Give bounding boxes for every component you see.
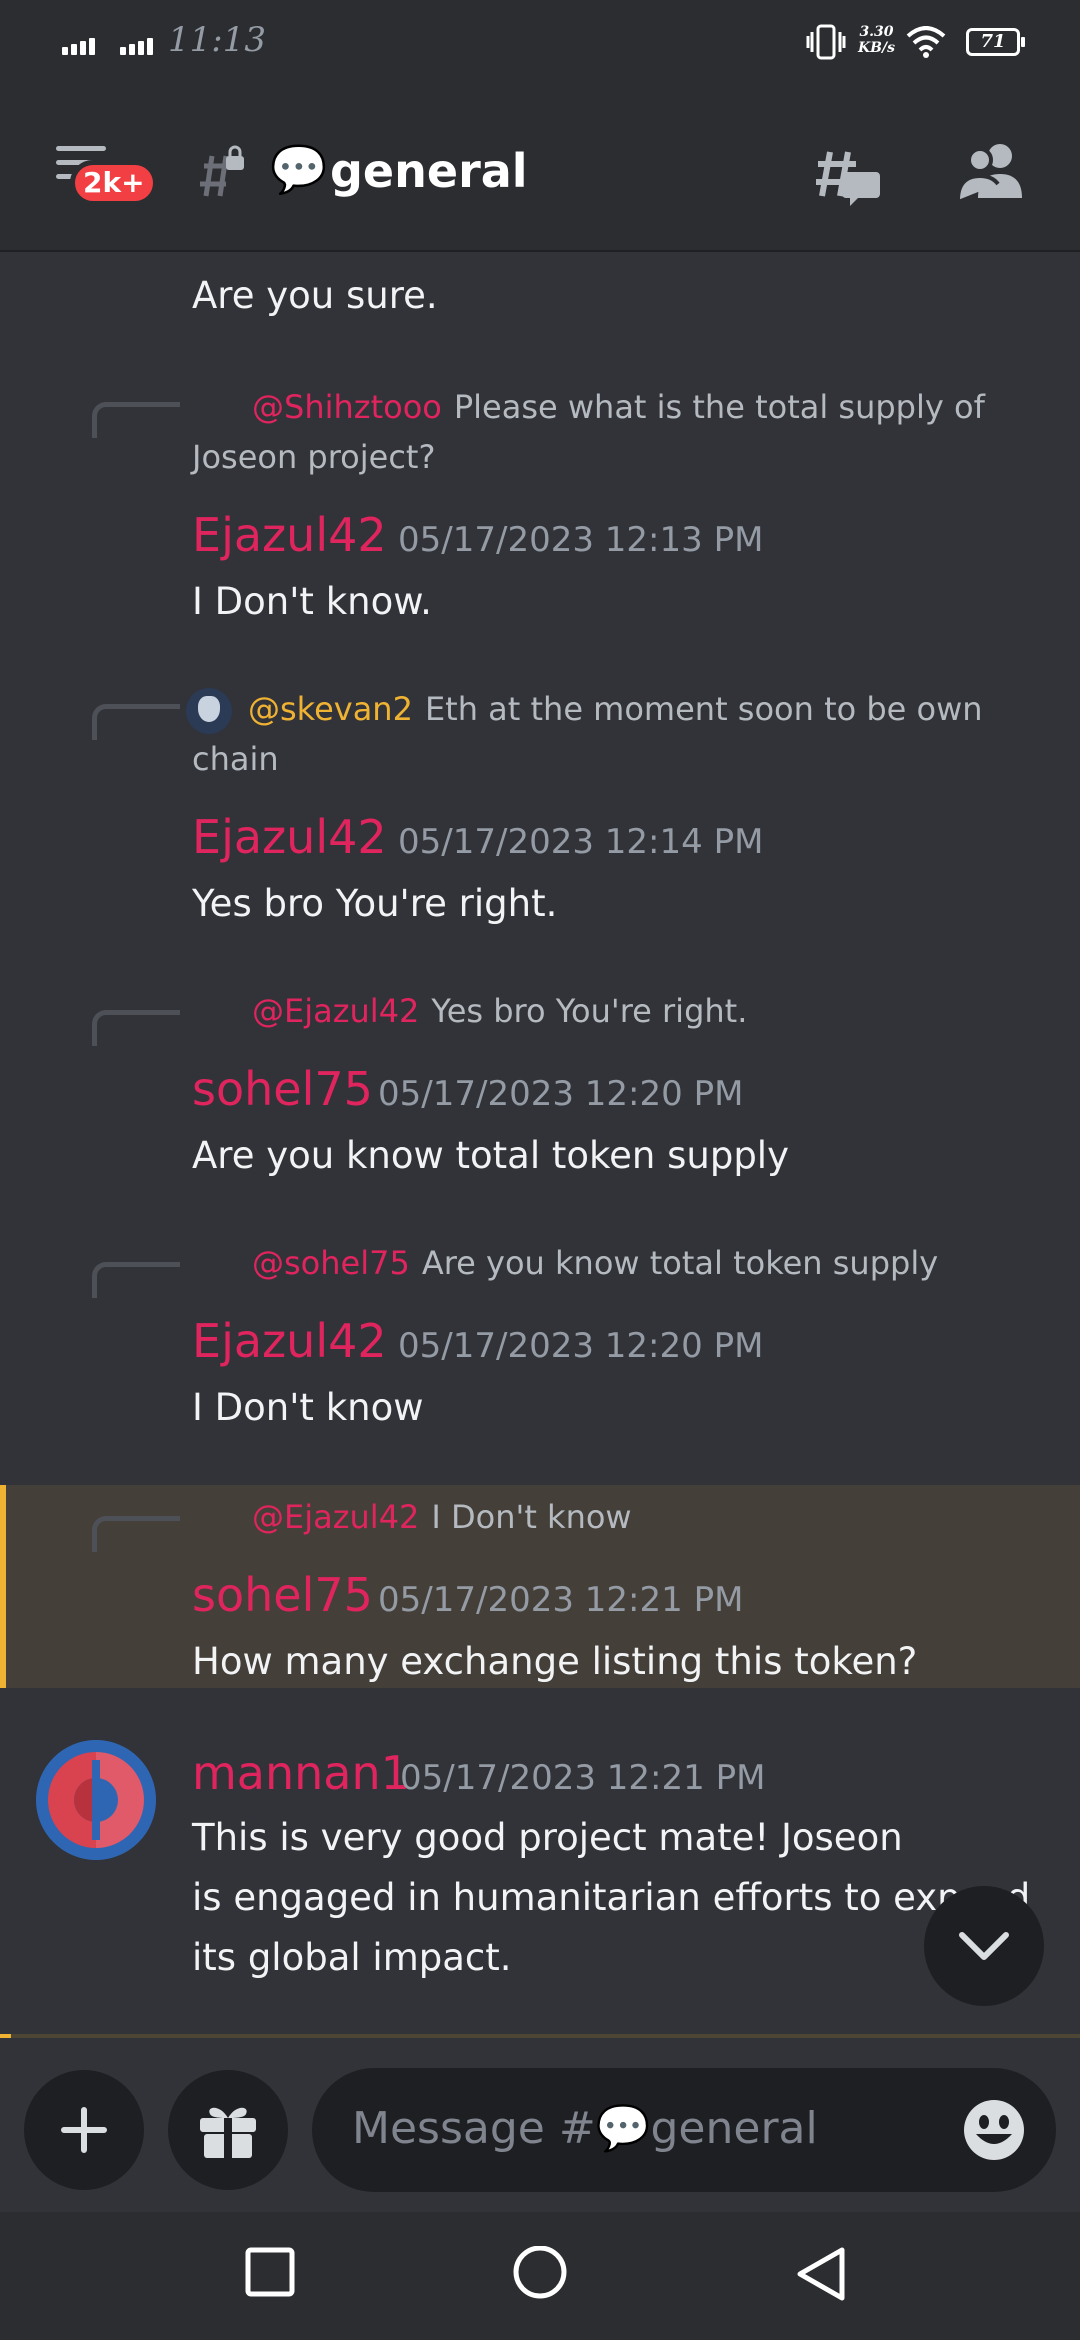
message-author[interactable]: Ejazul42 <box>192 508 387 562</box>
status-time: 11:13 <box>168 20 266 60</box>
reply-connector <box>92 704 180 740</box>
message-timestamp: 05/17/2023 12:20 PM <box>398 1326 764 1366</box>
reply-connector <box>92 1262 180 1298</box>
reply-connector <box>92 1010 180 1046</box>
reply-preview[interactable]: @Ejazul42 I Don't know <box>192 1492 1012 1542</box>
status-bar: 11:13 3.30 KB/s 71 <box>0 0 1080 90</box>
message-body: This is very good project mate! Joseon i… <box>192 1808 1032 1988</box>
message-body: I Don't know <box>192 1386 424 1429</box>
reply-mention[interactable]: @Ejazul42 <box>252 1498 419 1536</box>
reply-mention[interactable]: @skevan2 <box>248 690 413 728</box>
message-composer: Message #💬general <box>0 2040 1080 2210</box>
message-body: Are you sure. <box>192 274 438 317</box>
chevron-down-icon <box>959 1932 1009 1960</box>
avatar[interactable] <box>36 1740 156 1860</box>
channel-emoji: 💬 <box>270 142 328 196</box>
avatar-image <box>36 1740 156 1860</box>
message-body: How many exchange listing this token? <box>192 1640 918 1683</box>
message-author[interactable]: Ejazul42 <box>192 810 387 864</box>
triangle-back-icon[interactable] <box>794 2246 848 2302</box>
message-author[interactable]: mannan1 <box>192 1746 410 1800</box>
message-line: its global impact. <box>192 1936 512 1979</box>
message-body: Yes bro You're right. <box>192 882 558 925</box>
message-body: Are you know total token supply <box>192 1134 789 1177</box>
members-icon[interactable] <box>956 140 1028 204</box>
gift-icon <box>200 2107 256 2158</box>
net-speed: 3.30 KB/s <box>858 24 895 56</box>
placeholder-channel: general <box>650 2103 818 2154</box>
threads-icon[interactable] <box>812 138 884 210</box>
signal-icon-1 <box>62 36 98 56</box>
message-input[interactable]: Message #💬general <box>312 2068 1056 2192</box>
reply-avatar <box>186 688 232 734</box>
reply-mention[interactable]: @Ejazul42 <box>252 992 419 1030</box>
locked-hash-icon <box>200 145 244 197</box>
scroll-to-bottom-button[interactable] <box>924 1886 1044 2006</box>
message-placeholder: Message #💬general <box>352 2102 818 2154</box>
message-author[interactable]: sohel75 <box>192 1568 373 1622</box>
message-body: I Don't know. <box>192 580 432 623</box>
net-speed-value: 3.30 <box>859 24 894 40</box>
reply-text: I Don't know <box>431 1498 632 1536</box>
wifi-icon <box>906 26 946 58</box>
reply-preview[interactable]: @sohel75 Are you know total token supply <box>192 1238 1012 1288</box>
reply-connector <box>92 402 180 438</box>
message-timestamp: 05/17/2023 12:13 PM <box>398 520 764 560</box>
channel-header: 2k+ 💬 general <box>0 90 1080 252</box>
message-line: is engaged in humanitarian efforts to ex… <box>192 1876 1031 1919</box>
reply-connector <box>92 1516 180 1552</box>
add-attachment-button[interactable] <box>24 2070 144 2190</box>
vibrate-icon <box>806 24 846 60</box>
placeholder-emoji: 💬 <box>595 2103 651 2154</box>
square-icon[interactable] <box>244 2246 296 2298</box>
placeholder-prefix: Message # <box>352 2103 596 2154</box>
reply-preview[interactable]: @Shihztooo Please what is the total suppl… <box>192 382 1012 482</box>
signal-icon-2 <box>120 36 156 56</box>
reply-preview[interactable]: @Ejazul42 Yes bro You're right. <box>192 986 1012 1036</box>
message-author[interactable]: sohel75 <box>192 1062 373 1116</box>
reply-preview[interactable]: @skevan2 Eth at the moment soon to be own… <box>186 684 1012 784</box>
message-timestamp: 05/17/2023 12:20 PM <box>378 1074 744 1114</box>
message-timestamp: 05/17/2023 12:14 PM <box>398 822 764 862</box>
smiley-icon[interactable] <box>962 2098 1026 2162</box>
notification-badge: 2k+ <box>70 160 158 206</box>
system-nav-bar <box>0 2212 1080 2340</box>
plus-icon <box>61 2107 107 2153</box>
channel-title: general <box>330 144 528 198</box>
message-author[interactable]: Ejazul42 <box>192 1314 387 1368</box>
message-line: This is very good project mate! Joseon <box>192 1816 903 1859</box>
reply-mention[interactable]: @sohel75 <box>252 1244 410 1282</box>
message-timestamp: 05/17/2023 12:21 PM <box>378 1580 744 1620</box>
gift-button[interactable] <box>168 2070 288 2190</box>
net-speed-unit: KB/s <box>858 40 895 56</box>
reply-text: Yes bro You're right. <box>431 992 748 1030</box>
reply-text: Are you know total token supply <box>421 1244 939 1282</box>
battery-icon: 71 <box>966 28 1025 56</box>
message-timestamp: 05/17/2023 12:21 PM <box>400 1758 766 1798</box>
reply-mention[interactable]: @Shihztooo <box>252 388 442 426</box>
new-messages-divider <box>0 2034 1080 2038</box>
circle-icon[interactable] <box>512 2246 568 2302</box>
message-list[interactable]: Are you sure. @Shihztooo Please what is t… <box>0 252 1080 2040</box>
